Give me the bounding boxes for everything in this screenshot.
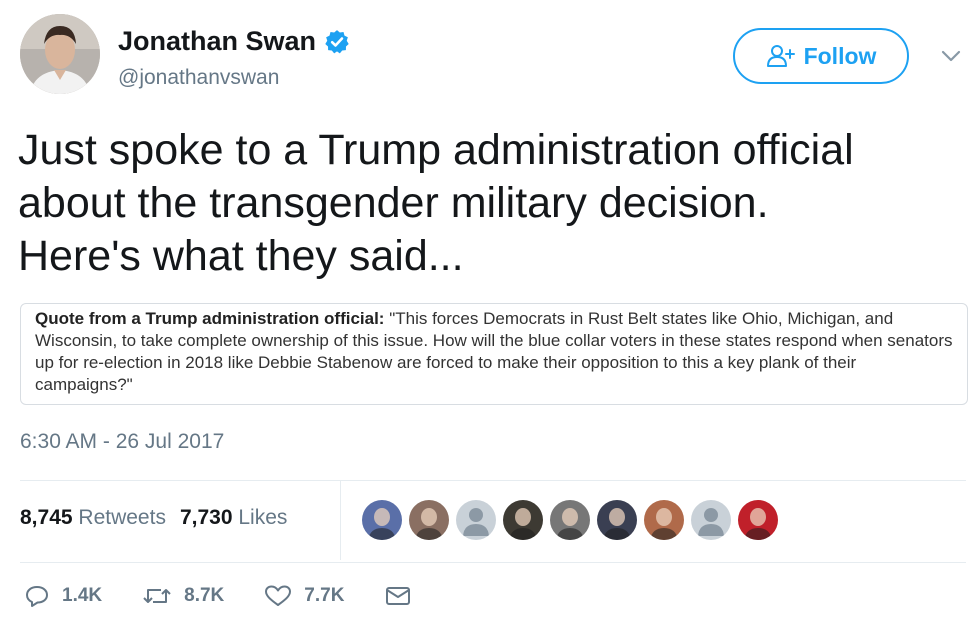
retweets-count: 8,745 xyxy=(20,506,73,529)
tweet-text-line: about the transgender military decision. xyxy=(18,179,769,227)
like-action[interactable]: 7.7K xyxy=(264,584,344,608)
tweet-text-line: Just spoke to a Trump administration off… xyxy=(18,126,854,174)
retweets-stat[interactable]: 8,745 Retweets xyxy=(20,506,166,530)
add-user-icon xyxy=(766,45,795,67)
tweet-text: Just spoke to a Trump administration off… xyxy=(18,124,968,283)
reply-action[interactable]: 1.4K xyxy=(24,584,102,608)
likes-label: Likes xyxy=(238,506,288,529)
liker-avatar[interactable] xyxy=(503,500,543,540)
author-name[interactable]: Jonathan Swan xyxy=(118,26,316,57)
liker-avatar[interactable] xyxy=(738,500,778,540)
liker-avatar[interactable] xyxy=(456,500,496,540)
author-avatar[interactable] xyxy=(20,14,100,94)
follow-button[interactable]: Follow xyxy=(733,28,909,84)
envelope-icon xyxy=(386,587,411,605)
liker-avatar[interactable] xyxy=(409,500,449,540)
liker-avatars xyxy=(362,500,778,540)
tweet-timestamp[interactable]: 6:30 AM - 26 Jul 2017 xyxy=(20,430,224,454)
reply-count: 1.4K xyxy=(62,585,103,606)
like-count: 7.7K xyxy=(304,585,345,606)
follow-button-label: Follow xyxy=(803,42,877,69)
liker-avatar[interactable] xyxy=(550,500,590,540)
retweet-icon xyxy=(143,589,171,603)
retweets-label: Retweets xyxy=(78,506,166,529)
author-name-row: Jonathan Swan xyxy=(118,26,350,57)
reply-icon xyxy=(26,586,48,607)
liker-avatar[interactable] xyxy=(691,500,731,540)
avatar-photo xyxy=(20,14,100,94)
tweet-stats: 8,745 Retweets 7,730 Likes xyxy=(20,506,287,530)
retweet-count: 8.7K xyxy=(184,585,225,606)
retweet-action[interactable]: 8.7K xyxy=(142,584,224,608)
tweet-header: Jonathan Swan @jonathanvswan Follow xyxy=(20,14,970,104)
quote-image[interactable]: Quote from a Trump administration offici… xyxy=(20,303,968,405)
tweet-text-line: Here's what they said... xyxy=(18,232,464,280)
liker-avatar[interactable] xyxy=(362,500,402,540)
verified-badge-icon xyxy=(325,29,349,53)
tweet-actions: 1.4K 8.7K 7.7K xyxy=(24,584,464,608)
stats-divider xyxy=(340,480,341,560)
quote-label: Quote from a Trump administration offici… xyxy=(35,309,385,328)
liker-avatar[interactable] xyxy=(597,500,637,540)
chevron-down-icon[interactable] xyxy=(940,48,962,64)
heart-icon xyxy=(265,585,292,606)
divider xyxy=(20,480,966,481)
direct-message-action[interactable] xyxy=(384,584,424,608)
likes-count: 7,730 xyxy=(179,506,233,529)
divider xyxy=(20,562,966,563)
author-handle[interactable]: @jonathanvswan xyxy=(118,66,279,90)
likes-stat[interactable]: 7,730 Likes xyxy=(180,506,287,530)
liker-avatar[interactable] xyxy=(644,500,684,540)
